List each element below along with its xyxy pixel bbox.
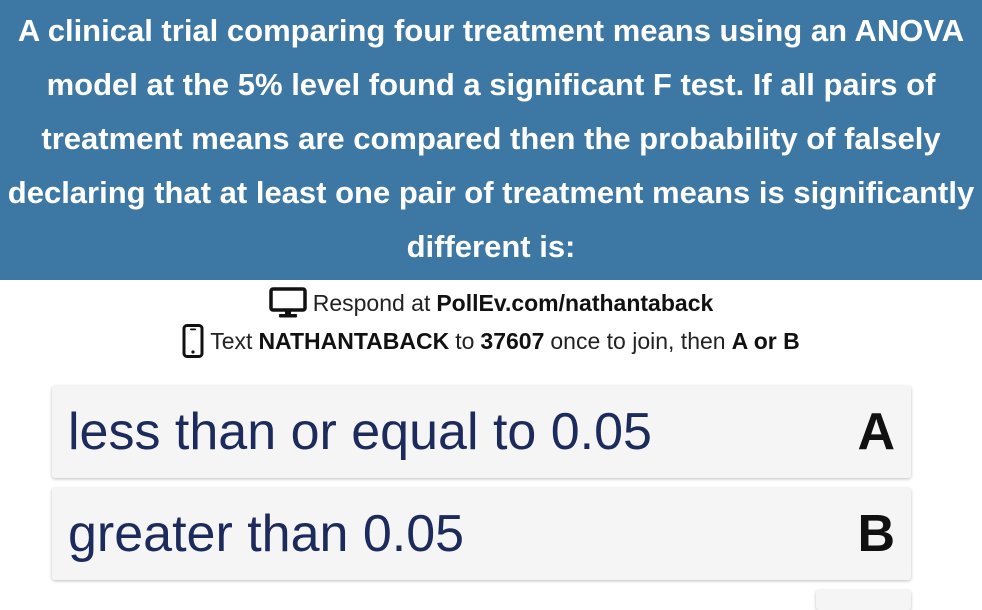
sms-to-label: to [455,327,475,354]
response-instructions: Respond at PollEv.com/nathantaback Text … [0,284,982,360]
option-b-text: greater than 0.05 [68,505,465,563]
web-instruction-prefix: Respond at [312,289,431,316]
phone-icon [182,324,204,358]
monitor-icon [268,287,307,319]
sms-prefix: Text [210,327,253,354]
partial-card [816,590,911,610]
sms-choices: A or B [731,327,800,354]
answer-options: less than or equal to 0.05 A greater tha… [52,386,911,590]
sms-instruction: Text NATHANTABACK to 37607 once to join,… [0,322,982,360]
sms-suffix: once to join, then [550,327,726,354]
sms-keyword: NATHANTABACK [258,327,450,354]
poll-url-link[interactable]: PollEv.com/nathantaback [436,290,713,317]
question-text: A clinical trial comparing four treatmen… [7,13,975,264]
web-instruction: Respond at PollEv.com/nathantaback [0,284,982,322]
option-b[interactable]: greater than 0.05 B [52,488,911,580]
question-banner: A clinical trial comparing four treatmen… [0,0,982,280]
option-a-key: A [857,403,895,461]
option-a[interactable]: less than or equal to 0.05 A [52,386,911,478]
option-a-text: less than or equal to 0.05 [68,403,652,461]
option-b-key: B [857,505,895,563]
sms-number: 37607 [480,327,545,354]
